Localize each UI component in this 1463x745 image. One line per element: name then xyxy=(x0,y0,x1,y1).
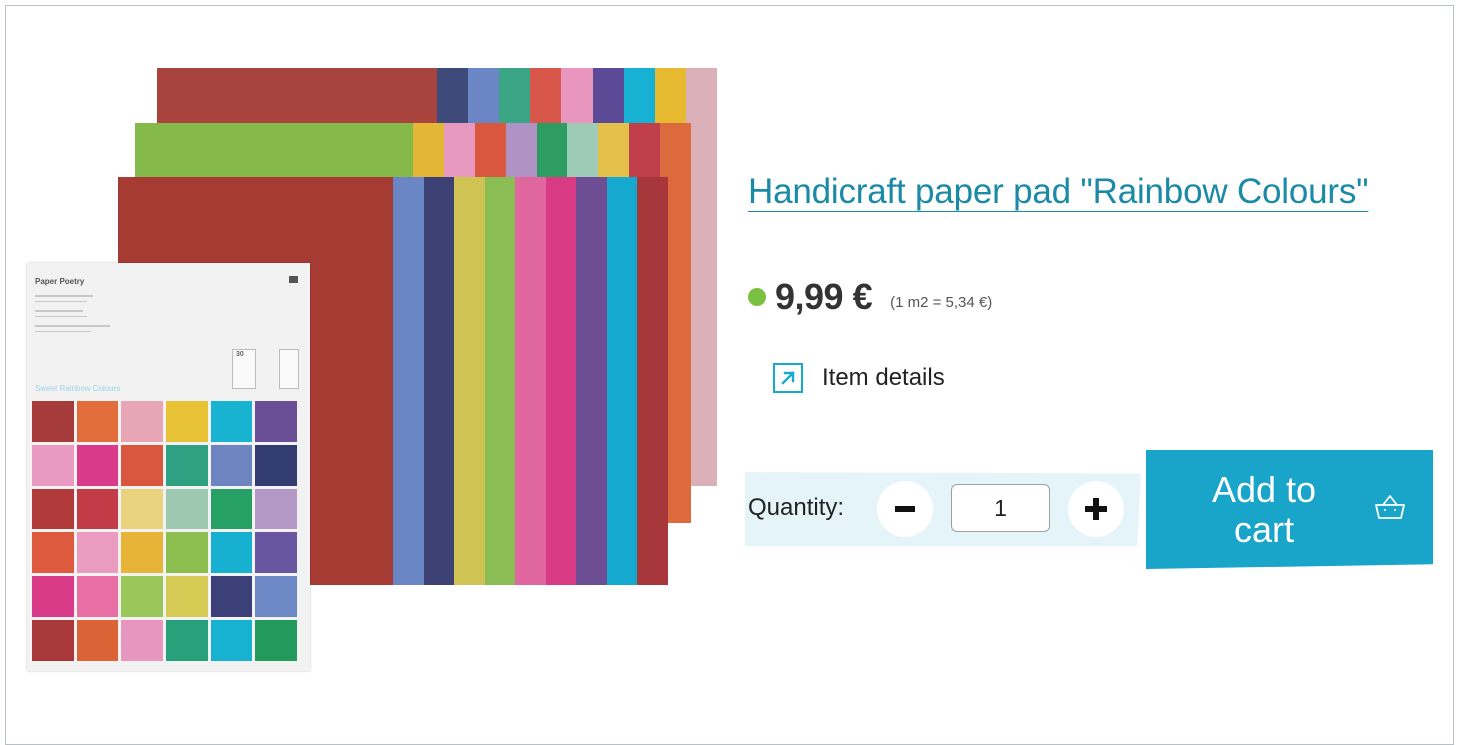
color-swatch xyxy=(76,444,119,486)
color-swatch xyxy=(32,488,74,530)
color-swatch xyxy=(121,401,163,442)
color-swatch xyxy=(255,488,297,530)
color-swatch xyxy=(32,401,74,442)
color-swatch xyxy=(210,532,253,574)
color-swatch xyxy=(76,488,119,530)
pad-title-label: Sweet Rainbow Colours xyxy=(35,384,121,393)
pad-text-line xyxy=(35,301,87,302)
pad-text-line xyxy=(35,310,83,312)
color-swatch xyxy=(76,576,119,618)
pad-text-line xyxy=(35,331,91,332)
front-sheet-strip xyxy=(515,177,547,585)
quantity-increase-button[interactable] xyxy=(1068,481,1124,537)
paper-pad-cover: Paper Poetry 30 Sweet Rainbow Colours xyxy=(27,263,310,671)
external-arrow-icon xyxy=(773,363,803,393)
item-details-label: Item details xyxy=(822,364,945,391)
color-swatch xyxy=(166,576,208,618)
color-swatch xyxy=(255,444,297,486)
color-swatch xyxy=(76,620,119,661)
pad-text-line xyxy=(35,325,110,327)
color-swatch xyxy=(166,532,208,574)
front-sheet-strip xyxy=(393,177,425,585)
color-swatch xyxy=(76,532,119,574)
front-sheet-strip xyxy=(484,177,516,585)
color-swatch xyxy=(210,488,253,530)
pad-info-box xyxy=(279,349,299,389)
quantity-decrease-button[interactable] xyxy=(877,481,933,537)
color-swatch xyxy=(32,620,74,661)
color-swatch xyxy=(166,401,208,442)
item-details-link[interactable]: Item details xyxy=(773,363,945,393)
front-sheet-strip xyxy=(454,177,486,585)
unit-price: (1 m2 = 5,34 €) xyxy=(890,293,993,311)
color-swatch xyxy=(210,576,253,618)
front-sheet-strip xyxy=(423,177,455,585)
product-title-link[interactable]: Handicraft paper pad "Rainbow Colours" xyxy=(748,172,1369,212)
quantity-label: Quantity: xyxy=(748,494,845,521)
color-swatch xyxy=(121,444,163,486)
color-swatch xyxy=(121,532,163,574)
color-swatch xyxy=(210,401,253,442)
color-swatch xyxy=(32,444,74,486)
color-swatch xyxy=(210,444,253,486)
availability-dot-icon xyxy=(748,288,766,306)
color-swatch xyxy=(32,532,74,574)
color-swatch xyxy=(255,532,297,574)
color-swatch xyxy=(255,401,297,442)
color-swatch xyxy=(166,444,208,486)
product-image[interactable]: Paper Poetry 30 Sweet Rainbow Colours xyxy=(22,68,722,678)
pad-count-label: 30 xyxy=(236,351,244,358)
front-sheet-strip xyxy=(545,177,577,585)
color-swatch xyxy=(121,576,163,618)
color-swatch xyxy=(166,620,208,661)
quantity-input[interactable] xyxy=(951,484,1050,532)
pad-brand-label: Paper Poetry xyxy=(35,277,85,286)
color-swatch xyxy=(255,620,297,661)
color-swatch xyxy=(121,488,163,530)
add-to-cart-label: Add to cart xyxy=(1211,468,1317,550)
pad-text-line xyxy=(35,316,87,317)
pad-text-line xyxy=(35,295,93,297)
color-swatch xyxy=(255,576,297,618)
add-to-cart-button[interactable]: Add to cart xyxy=(1146,450,1433,569)
front-sheet-strip xyxy=(606,177,638,585)
minus-icon xyxy=(895,506,915,512)
price: 9,99 € xyxy=(775,276,873,317)
color-swatch xyxy=(76,401,119,442)
front-sheet-strip xyxy=(637,177,669,585)
color-swatch xyxy=(121,620,163,661)
color-swatch xyxy=(32,576,74,618)
pad-swatch-grid xyxy=(32,401,297,661)
pad-badge xyxy=(289,276,298,283)
price-row: 9,99 € (1 m2 = 5,34 €) xyxy=(748,276,992,318)
plus-icon xyxy=(1085,498,1107,520)
color-swatch xyxy=(166,488,208,530)
basket-icon xyxy=(1374,493,1406,526)
color-swatch xyxy=(210,620,253,661)
front-sheet-strip xyxy=(576,177,608,585)
